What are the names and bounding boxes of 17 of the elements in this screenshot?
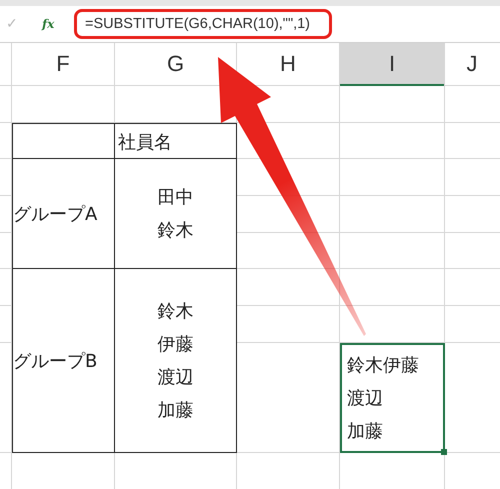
column-header[interactable]: G [115, 43, 236, 85]
group-label: グループB [13, 350, 98, 372]
column-header[interactable]: F [12, 43, 114, 85]
employee-name: 鈴木 [158, 219, 194, 242]
column-header[interactable]: H [237, 43, 339, 85]
formula-field[interactable]: =SUBSTITUTE(G6,CHAR(10),"",1) [74, 9, 332, 39]
function-icon[interactable]: fx [42, 17, 62, 31]
employee-name: 伊藤 [158, 333, 194, 356]
group-label: グループA [13, 202, 98, 226]
employee-name: 渡辺 [158, 366, 194, 389]
employee-name: 鈴木 [158, 300, 194, 323]
employee-name: 加藤 [158, 399, 194, 422]
column-header[interactable]: J [445, 43, 499, 85]
result-cell[interactable]: 鈴木伊藤 渡辺 加藤 [340, 343, 445, 453]
employee-name: 田中 [158, 186, 194, 209]
table-header: 社員名 [117, 131, 172, 154]
column-header[interactable]: I [340, 43, 444, 86]
